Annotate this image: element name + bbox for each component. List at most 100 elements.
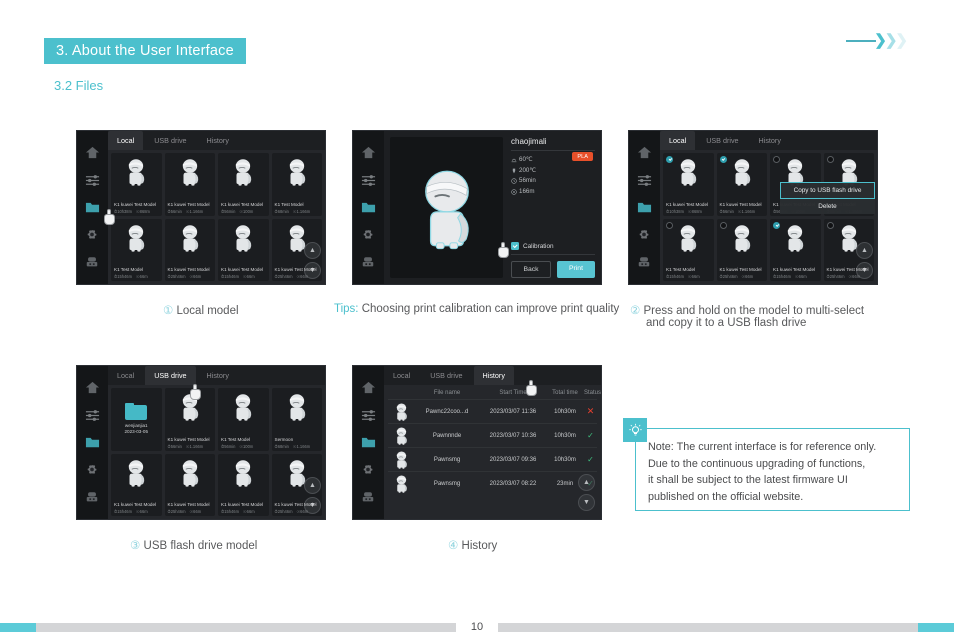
- copy-to-usb-menu-item[interactable]: Copy to USB flash drive: [780, 182, 875, 199]
- folder-icon[interactable]: [85, 200, 100, 215]
- device-screen-local: Local USB drive History K1 kuwei Test Mo…: [76, 130, 326, 285]
- model-card[interactable]: K1 kuwei Test Model ⏱25h46m ☉66m: [716, 218, 767, 281]
- model-select-checkbox[interactable]: [719, 221, 727, 229]
- scroll-up-button[interactable]: ▲: [304, 477, 321, 494]
- model-card[interactable]: K1 Test Model⏱68min☉1.166m: [271, 153, 322, 216]
- bed-temperature-value: 60℃: [519, 156, 533, 163]
- row-thumbnail: [388, 426, 414, 446]
- delete-menu-item[interactable]: Delete: [780, 199, 875, 214]
- gear-icon[interactable]: [361, 227, 376, 242]
- scroll-up-button[interactable]: ▲: [304, 242, 321, 259]
- model-card[interactable]: K1 kuwei Test Model ⏱25h46m ☉66m: [164, 218, 215, 281]
- back-button[interactable]: Back: [511, 261, 551, 278]
- caption-number-1: ①: [163, 305, 174, 317]
- model-card[interactable]: Sermoon ⏱68min ☉1.166m: [271, 388, 322, 451]
- status-success-icon: ✓: [587, 431, 594, 440]
- sliders-icon[interactable]: [637, 173, 652, 188]
- model-card[interactable]: K1 kuwei Test Model ⏱10h38m ☉868m: [111, 153, 162, 216]
- model-select-checkbox[interactable]: [773, 221, 780, 229]
- tab-usb-drive[interactable]: USB drive: [145, 131, 195, 150]
- header-rule: [846, 39, 877, 42]
- sliders-icon[interactable]: [361, 173, 376, 188]
- bed-temp-icon: [511, 157, 517, 163]
- folder-icon[interactable]: [361, 435, 376, 450]
- calibration-checkbox[interactable]: [511, 242, 519, 250]
- model-card[interactable]: K1 kuwei Test Model ⏱15h46m ☉66m: [218, 218, 269, 281]
- model-card[interactable]: K1 kuwei Test Model ⏱56min ☉1.166m: [716, 153, 767, 216]
- printer-icon[interactable]: [361, 255, 376, 270]
- tab-local[interactable]: Local: [660, 131, 696, 150]
- tab-history[interactable]: History: [198, 366, 238, 385]
- printer-icon[interactable]: [85, 255, 100, 270]
- gear-icon[interactable]: [637, 227, 652, 242]
- model-name: Sermoon: [274, 436, 294, 442]
- model-card[interactable]: K1 kuwei Test Model ⏱25h46m ☉66m: [164, 453, 215, 516]
- caption-number-3: ③: [130, 540, 141, 552]
- tab-local[interactable]: Local: [108, 366, 143, 385]
- model-card[interactable]: K1 Test Model ⏱56min ☉100m: [218, 388, 269, 451]
- sliders-icon[interactable]: [85, 408, 100, 423]
- model-grid: wenjianjia1 2023-03-05 K1 kuwei Test Model…: [111, 388, 322, 516]
- model-card[interactable]: K1 kuwei Test Model ⏱15h46m ☉66m: [218, 453, 269, 516]
- tab-usb-drive[interactable]: USB drive: [421, 366, 471, 385]
- model-select-checkbox[interactable]: [826, 156, 834, 163]
- material-badge: PLA: [572, 152, 593, 161]
- model-card[interactable]: K1 kuwei Test Model ⏱10h38m ☉868m: [663, 153, 714, 216]
- home-icon[interactable]: [85, 145, 100, 160]
- printer-icon[interactable]: [85, 490, 100, 505]
- model-card[interactable]: K1 Test Model ⏱15h46m ☉66m: [111, 218, 162, 281]
- model-select-checkbox[interactable]: [719, 156, 727, 163]
- model-card[interactable]: K1 kuwei Test Model⏱56min☉100m: [218, 153, 269, 216]
- sliders-icon[interactable]: [361, 408, 376, 423]
- folder-icon[interactable]: [85, 435, 100, 450]
- home-icon[interactable]: [637, 145, 652, 160]
- model-select-checkbox[interactable]: [773, 156, 780, 163]
- gear-icon[interactable]: [85, 227, 100, 242]
- model-select-checkbox[interactable]: [826, 221, 834, 229]
- home-icon[interactable]: [85, 380, 100, 395]
- folder-icon[interactable]: [637, 200, 652, 215]
- printer-icon[interactable]: [637, 255, 652, 270]
- model-select-checkbox[interactable]: [666, 221, 673, 229]
- tab-history[interactable]: History: [473, 366, 514, 385]
- print-button[interactable]: Print: [557, 261, 595, 278]
- model-card[interactable]: K1 kuwei Test Model ⏱15h46m ☉66m: [770, 218, 821, 281]
- calibration-row[interactable]: Calibration: [511, 242, 595, 255]
- tab-usb-drive[interactable]: USB drive: [697, 131, 747, 150]
- tab-local[interactable]: Local: [384, 366, 419, 385]
- gear-icon[interactable]: [361, 462, 376, 477]
- gear-icon[interactable]: [85, 462, 100, 477]
- caption-usb-model: ③ USB flash drive model: [130, 538, 257, 552]
- model-length: ☉1.166m: [737, 208, 756, 214]
- sliders-icon[interactable]: [85, 173, 100, 188]
- table-row[interactable]: Pawnsmg2023/03/07 08:2223min✓: [388, 471, 597, 495]
- table-row[interactable]: Pawnsmg 2023/03/07 09:36 10h30m ✓: [388, 447, 597, 471]
- scroll-up-button[interactable]: ▲: [856, 242, 873, 259]
- model-meta: ⏱56min ☉1.166m: [720, 209, 765, 214]
- tab-bar: Local USB drive History: [384, 366, 601, 385]
- home-icon[interactable]: [361, 145, 376, 160]
- folder-card[interactable]: wenjianjia1 2023-03-05: [111, 388, 162, 451]
- folder-icon[interactable]: [361, 200, 376, 215]
- model-length: ☉1.166m: [292, 443, 311, 449]
- model-card[interactable]: K1 Test Model ⏱15h46m ☉66m: [663, 218, 714, 281]
- model-card[interactable]: K1 kuwei Test Model ⏱56min ☉1.166m: [164, 153, 215, 216]
- status-failed-icon: ✕: [586, 406, 595, 416]
- scroll-down-button[interactable]: ▼: [578, 494, 595, 511]
- mascot-thumbnail: [289, 394, 305, 421]
- tab-history[interactable]: History: [198, 131, 238, 150]
- table-row[interactable]: Pawnc22coo...d 2023/03/07 11:36 10h30m ✕: [388, 399, 597, 423]
- tab-usb-drive[interactable]: USB drive: [145, 366, 196, 385]
- model-length: ☉66m: [296, 509, 309, 514]
- model-card[interactable]: K1 kuwei Test Model ⏱15h46m ☉66m: [111, 453, 162, 516]
- tab-history[interactable]: History: [750, 131, 790, 150]
- scroll-up-button[interactable]: ▲: [578, 474, 595, 491]
- model-select-checkbox[interactable]: [666, 156, 673, 163]
- model-card[interactable]: K1 kuwei Test Model ⏱56min ☉1.166m: [164, 388, 215, 451]
- tab-local[interactable]: Local: [108, 131, 144, 150]
- caption-local-model: ① Local model: [163, 303, 239, 317]
- home-icon[interactable]: [361, 380, 376, 395]
- table-row[interactable]: Pawnnnde 2023/03/07 10:36 10h30m ✓: [388, 423, 597, 447]
- printer-icon[interactable]: [361, 490, 376, 505]
- cell-start-time: 2023/03/07 09:36: [489, 456, 537, 463]
